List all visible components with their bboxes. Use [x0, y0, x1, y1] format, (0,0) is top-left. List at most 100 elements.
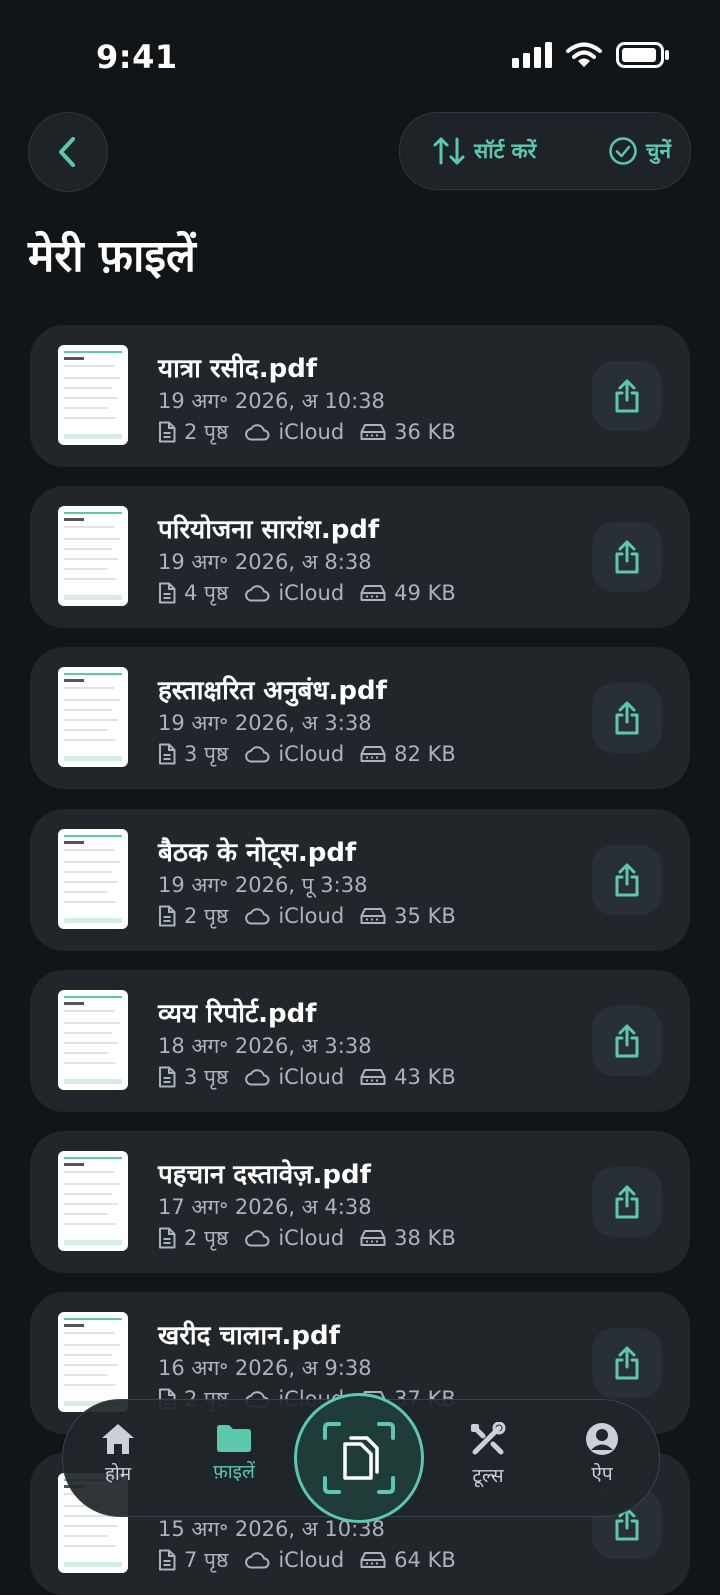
- file-size: 35 KB: [394, 904, 456, 928]
- storage-drive-icon: [360, 908, 386, 924]
- file-size: 64 KB: [394, 1548, 456, 1572]
- storage-location: iCloud: [278, 1065, 345, 1089]
- document-icon: [159, 1066, 176, 1088]
- file-card[interactable]: परियोजना सारांश.pdf 19 अग॰ 2026, अ 8:38 …: [30, 486, 690, 628]
- cloud-icon: [245, 585, 270, 602]
- folder-icon: [217, 1425, 251, 1452]
- share-button[interactable]: [592, 1167, 662, 1237]
- storage-drive-icon: [360, 1552, 386, 1568]
- back-button[interactable]: [28, 112, 108, 192]
- storage-drive-icon: [360, 1069, 386, 1085]
- file-meta: 2 पृष्ठ iCloud 35 KB: [158, 902, 456, 930]
- file-name: बैठक के नोट्स.pdf: [158, 838, 357, 868]
- storage-drive-icon: [360, 746, 386, 762]
- file-name: खरीद चालान.pdf: [158, 1321, 340, 1351]
- file-date: 19 अग॰ 2026, अ 8:38: [158, 550, 372, 574]
- share-icon: [615, 1024, 639, 1058]
- file-meta: 2 पृष्ठ iCloud 36 KB: [158, 418, 456, 446]
- page-count: 7 पृष्ठ: [184, 1548, 229, 1572]
- file-card[interactable]: यात्रा रसीद.pdf 19 अग॰ 2026, अ 10:38 2 प…: [30, 325, 690, 467]
- cloud-icon: [245, 424, 270, 441]
- pdf-thumbnail: [58, 345, 128, 445]
- storage-drive-icon: [360, 585, 386, 601]
- scan-button[interactable]: [294, 1393, 424, 1523]
- cloud-icon: [245, 1230, 270, 1247]
- document-icon: [159, 1227, 176, 1249]
- nav-home-label: होम: [104, 1463, 132, 1485]
- page-count: 3 पृष्ठ: [184, 1065, 229, 1089]
- nav-tools[interactable]: टूल्स: [443, 1422, 533, 1488]
- battery-icon: [616, 42, 669, 68]
- file-date: 19 अग॰ 2026, पू 3:38: [158, 873, 368, 897]
- file-size: 49 KB: [394, 581, 456, 605]
- share-button[interactable]: [592, 1006, 662, 1076]
- pdf-thumbnail: [58, 1312, 128, 1412]
- file-name: परियोजना सारांश.pdf: [158, 515, 380, 545]
- check-circle-icon: [609, 137, 637, 165]
- file-card[interactable]: हस्ताक्षरित अनुबंध.pdf 19 अग॰ 2026, अ 3:…: [30, 647, 690, 789]
- page-count: 2 पृष्ठ: [184, 1226, 229, 1250]
- file-size: 36 KB: [394, 420, 456, 444]
- page-count: 2 पृष्ठ: [184, 904, 229, 928]
- nav-home[interactable]: होम: [73, 1422, 163, 1486]
- file-card[interactable]: बैठक के नोट्स.pdf 19 अग॰ 2026, पू 3:38 2…: [30, 809, 690, 951]
- page-count: 3 पृष्ठ: [184, 742, 229, 766]
- document-icon: [159, 421, 176, 443]
- file-size: 82 KB: [394, 742, 456, 766]
- page-count: 4 पृष्ठ: [184, 581, 229, 605]
- page-title: मेरी फ़ाइलें: [28, 231, 196, 282]
- file-card[interactable]: व्यय रिपोर्ट.pdf 18 अग॰ 2026, अ 3:38 3 प…: [30, 970, 690, 1112]
- file-size: 43 KB: [394, 1065, 456, 1089]
- share-button[interactable]: [592, 683, 662, 753]
- nav-files[interactable]: फ़ाइलें: [189, 1422, 279, 1484]
- document-icon: [159, 582, 176, 604]
- document-icon: [159, 743, 176, 765]
- file-meta: 3 पृष्ठ iCloud 43 KB: [158, 1063, 456, 1091]
- file-date: 19 अग॰ 2026, अ 3:38: [158, 711, 372, 735]
- wifi-icon: [566, 42, 602, 67]
- nav-apps[interactable]: ऐप: [557, 1422, 647, 1486]
- share-button[interactable]: [592, 361, 662, 431]
- storage-location: iCloud: [278, 904, 345, 928]
- cloud-icon: [245, 908, 270, 925]
- storage-location: iCloud: [278, 1548, 345, 1572]
- page-count: 2 पृष्ठ: [184, 420, 229, 444]
- storage-location: iCloud: [278, 420, 345, 444]
- pdf-thumbnail: [58, 506, 128, 606]
- select-label: चुनें: [646, 139, 671, 163]
- scan-document-icon: [323, 1422, 395, 1494]
- sort-arrows-icon: [433, 137, 465, 165]
- share-button[interactable]: [592, 1328, 662, 1398]
- status-time: 9:41: [96, 38, 178, 76]
- select-button[interactable]: चुनें: [608, 113, 671, 189]
- document-icon: [159, 905, 176, 927]
- file-name: यात्रा रसीद.pdf: [158, 354, 318, 384]
- file-card[interactable]: पहचान दस्तावेज़.pdf 17 अग॰ 2026, अ 4:38 …: [30, 1131, 690, 1273]
- file-name: पहचान दस्तावेज़.pdf: [158, 1160, 371, 1190]
- file-meta: 2 पृष्ठ iCloud 38 KB: [158, 1224, 456, 1252]
- status-icons: [512, 42, 670, 68]
- sort-button[interactable]: सॉर्ट करें: [432, 113, 536, 189]
- file-date: 17 अग॰ 2026, अ 4:38: [158, 1195, 372, 1219]
- document-icon: [159, 1549, 176, 1571]
- nav-files-label: फ़ाइलें: [213, 1461, 255, 1483]
- file-name: हस्ताक्षरित अनुबंध.pdf: [158, 676, 387, 706]
- cloud-icon: [245, 1552, 270, 1569]
- pdf-thumbnail: [58, 990, 128, 1090]
- sort-label: सॉर्ट करें: [474, 139, 537, 163]
- file-meta: 4 पृष्ठ iCloud 49 KB: [158, 579, 456, 607]
- share-button[interactable]: [592, 522, 662, 592]
- storage-location: iCloud: [278, 1226, 345, 1250]
- share-icon: [615, 701, 639, 735]
- share-icon: [615, 863, 639, 897]
- storage-location: iCloud: [278, 742, 345, 766]
- tools-icon: [471, 1422, 506, 1455]
- file-size: 38 KB: [394, 1226, 456, 1250]
- file-date: 19 अग॰ 2026, अ 10:38: [158, 389, 385, 413]
- share-button[interactable]: [592, 845, 662, 915]
- cloud-icon: [245, 1069, 270, 1086]
- cloud-icon: [245, 746, 270, 763]
- file-meta: 3 पृष्ठ iCloud 82 KB: [158, 740, 456, 768]
- file-date: 18 अग॰ 2026, अ 3:38: [158, 1034, 372, 1058]
- signal-icon: [512, 42, 552, 68]
